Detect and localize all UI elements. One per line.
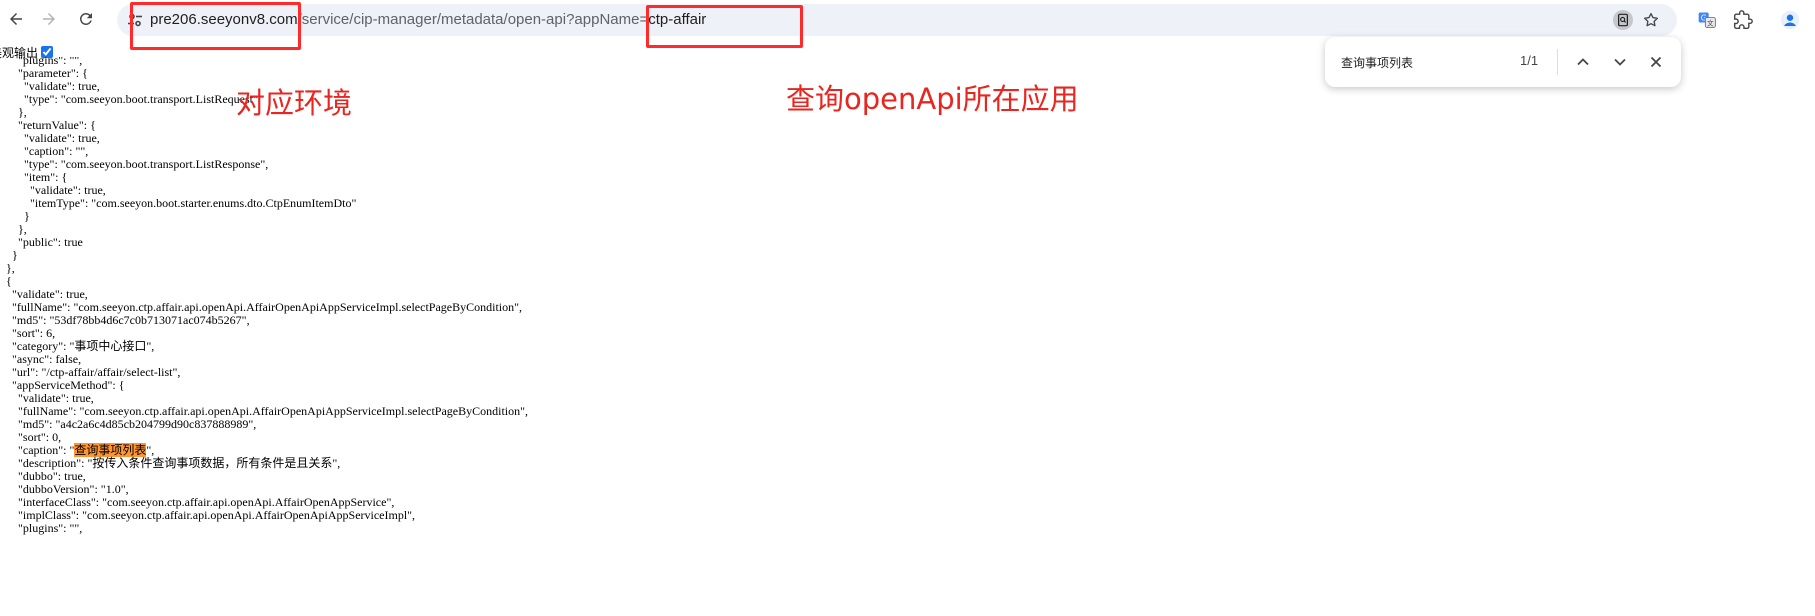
find-match-count: 1/1 bbox=[1520, 53, 1539, 68]
json-line-text: "validate": true, bbox=[0, 79, 100, 93]
find-previous-button[interactable] bbox=[1568, 47, 1598, 77]
json-line-text: "parameter": { bbox=[0, 66, 88, 80]
back-button[interactable] bbox=[1, 4, 31, 34]
find-input[interactable] bbox=[1341, 50, 1531, 74]
svg-text:文: 文 bbox=[1707, 18, 1714, 27]
close-icon bbox=[1650, 56, 1662, 68]
json-line-text: "validate": true, bbox=[0, 131, 100, 145]
json-line-text: "description": "按传入条件查询事项数据，所有条件是且关系", bbox=[0, 456, 341, 470]
json-line-text: "plugins": "", bbox=[0, 521, 83, 535]
json-line-text: "appServiceMethod": { bbox=[0, 378, 125, 392]
json-line-text: "implClass": "com.seeyon.ctp.affair.api.… bbox=[0, 508, 416, 522]
json-line-text: "async": false, bbox=[0, 352, 82, 366]
avatar-icon bbox=[1780, 10, 1800, 30]
json-line-text: "type": "com.seeyon.boot.transport.ListR… bbox=[0, 92, 258, 106]
translate-button[interactable]: G 文 bbox=[1693, 6, 1721, 34]
translate-icon: G 文 bbox=[1698, 12, 1716, 28]
environment-highlight-box bbox=[130, 2, 301, 50]
app-name-highlight-box bbox=[646, 5, 803, 48]
find-bar: 1/1 bbox=[1325, 37, 1681, 87]
json-line-suffix: ", bbox=[146, 443, 155, 457]
json-line-text: }, bbox=[0, 261, 15, 275]
json-line-text: "returnValue": { bbox=[0, 118, 96, 132]
json-line-text: "validate": true, bbox=[0, 183, 106, 197]
json-line: "type": "com.seeyon.boot.transport.ListR… bbox=[0, 92, 258, 107]
url-path: /service/cip-manager/metadata/open-api?a… bbox=[297, 11, 649, 28]
json-line-text: }, bbox=[0, 105, 27, 119]
json-line-text: } bbox=[0, 209, 30, 223]
json-line: "itemType": "com.seeyon.boot.starter.enu… bbox=[0, 196, 356, 211]
json-line-text: "validate": true, bbox=[0, 287, 88, 301]
json-line-text: "interfaceClass": "com.seeyon.ctp.affair… bbox=[0, 495, 395, 509]
app-annotation: 查询openApi所在应用 bbox=[786, 82, 1079, 116]
puzzle-icon bbox=[1733, 10, 1753, 30]
chevron-down-icon bbox=[1614, 58, 1626, 66]
json-line-text: "caption": "", bbox=[0, 144, 89, 158]
json-line-text: "itemType": "com.seeyon.boot.starter.enu… bbox=[0, 196, 357, 210]
json-line-text: "md5": "a4c2a6c4d85cb204799d90c837888989… bbox=[0, 417, 257, 431]
json-line-text: "fullName": "com.seeyon.ctp.affair.api.o… bbox=[0, 404, 529, 418]
json-line-text: "public": true bbox=[0, 235, 83, 249]
json-line-text: { bbox=[0, 274, 12, 288]
json-line-text: "md5": "53df78bb4d6c7c0b713071ac074b5267… bbox=[0, 313, 250, 327]
json-line-text: "sort": 6, bbox=[0, 326, 56, 340]
environment-annotation: 对应环境 bbox=[236, 86, 353, 120]
extensions-button[interactable] bbox=[1729, 6, 1757, 34]
json-line-text: "validate": true, bbox=[0, 391, 94, 405]
json-line-text: "sort": 0, bbox=[0, 430, 62, 444]
json-line-text: "dubbo": true, bbox=[0, 469, 86, 483]
json-viewer: "plugins": "", "parameter": { "validate"… bbox=[0, 57, 1815, 616]
find-next-button[interactable] bbox=[1605, 47, 1635, 77]
find-match-highlight: 查询事项列表 bbox=[74, 443, 147, 457]
json-line-text: "item": { bbox=[0, 170, 68, 184]
json-line-text: "category": "事项中心接口", bbox=[0, 339, 155, 353]
chevron-up-icon bbox=[1577, 58, 1589, 66]
json-line-text: "url": "/ctp-affair/affair/select-list", bbox=[0, 365, 181, 379]
forward-button[interactable] bbox=[34, 4, 64, 34]
reload-icon bbox=[79, 12, 92, 25]
json-line-text: }, bbox=[0, 222, 27, 236]
json-line-text: "fullName": "com.seeyon.ctp.affair.api.o… bbox=[0, 300, 523, 314]
find-in-page-button[interactable] bbox=[1613, 10, 1633, 30]
reload-button[interactable] bbox=[71, 4, 101, 34]
json-line-text: "caption": " bbox=[0, 443, 75, 457]
star-icon bbox=[1643, 12, 1659, 27]
find-divider bbox=[1557, 49, 1558, 75]
find-in-page-icon bbox=[1618, 13, 1628, 27]
address-bar[interactable]: pre206.seeyonv8.com/service/cip-manager/… bbox=[117, 4, 1677, 36]
back-arrow-icon bbox=[10, 13, 22, 25]
json-line: "plugins": "", bbox=[0, 521, 82, 536]
json-line-text: "type": "com.seeyon.boot.transport.ListR… bbox=[0, 157, 269, 171]
json-line-text: } bbox=[0, 248, 18, 262]
find-close-button[interactable] bbox=[1641, 47, 1671, 77]
json-line-text: "dubboVersion": "1.0", bbox=[0, 482, 129, 496]
profile-button[interactable] bbox=[1776, 6, 1804, 34]
bookmark-button[interactable] bbox=[1641, 10, 1661, 30]
forward-arrow-icon bbox=[43, 13, 55, 25]
